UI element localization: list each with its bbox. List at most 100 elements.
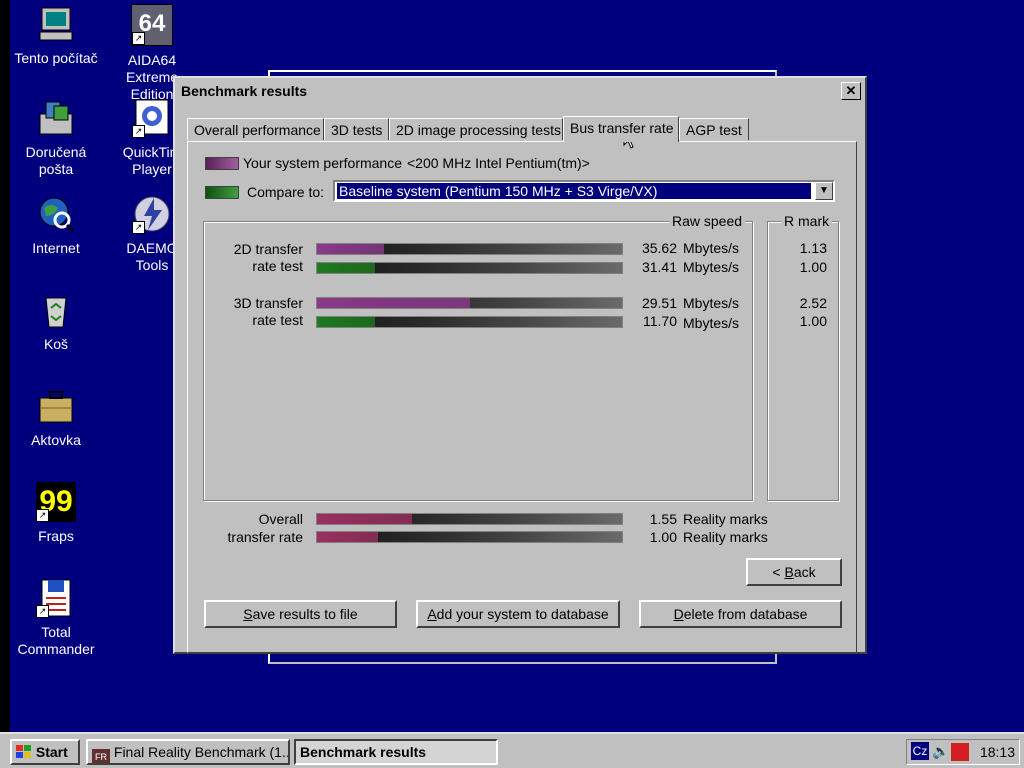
delete-from-database-button[interactable]: Delete from database <box>639 600 842 628</box>
benchmark-results-dialog: Benchmark results ✕ Overall performance … <box>173 76 867 654</box>
volume-icon[interactable]: 🔈 <box>932 743 949 760</box>
start-button[interactable]: Start <box>10 739 80 765</box>
fr-benchmark-icon: FR <box>92 749 110 763</box>
computer-icon <box>36 4 76 44</box>
raw-speed-header: Raw speed <box>669 213 746 229</box>
add-button-accel: A <box>427 606 437 622</box>
rmark-3d-baseline: 1.00 <box>799 313 827 329</box>
desktop-icon-label: Koš <box>43 336 69 352</box>
unit-2d-yours: Mbytes/s <box>683 240 740 256</box>
back-button-accel: B <box>784 564 794 580</box>
your-system-value: <200 MHz Intel Pentium(tm)> <box>407 155 590 171</box>
bar-fill <box>317 298 470 308</box>
your-system-swatch <box>205 157 239 170</box>
fraps-tray-icon[interactable] <box>951 743 969 761</box>
baseline-swatch <box>205 186 239 199</box>
bar-overall-baseline <box>316 531 623 543</box>
recycle-bin-icon <box>36 290 76 330</box>
shortcut-arrow-icon: ↗ <box>36 509 49 522</box>
dropdown-arrow-button[interactable]: ▼ <box>815 182 833 200</box>
internet-globe-icon <box>36 194 76 234</box>
close-button[interactable]: ✕ <box>841 82 861 100</box>
compare-to-dropdown[interactable]: Baseline system (Pentium 150 MHz + S3 Vi… <box>333 180 835 202</box>
r-mark-header: R mark <box>781 213 833 229</box>
tab-2d-image-processing-tests[interactable]: 2D image processing tests <box>389 118 563 140</box>
taskbar: Start FR Final Reality Benchmark (1... B… <box>0 732 1024 768</box>
back-button[interactable]: < Back <box>746 558 842 586</box>
unit-2d-baseline: Mbytes/s <box>683 259 740 275</box>
overall-label-line2: transfer rate <box>227 529 303 545</box>
chevron-down-icon: ▼ <box>819 185 829 196</box>
tab-overall-performance[interactable]: Overall performance <box>187 118 324 140</box>
delete-button-label: elete from database <box>683 606 808 622</box>
value-overall-baseline: 1.00 <box>649 529 677 545</box>
start-label: Start <box>35 744 68 760</box>
desktop-icon-label: Internet <box>32 240 80 256</box>
desktop-icon-label: Tento počítač <box>14 50 98 66</box>
save-results-button[interactable]: Save results to file <box>204 600 397 628</box>
your-system-label: Your system performance <box>243 155 402 171</box>
desktop-icon-briefcase[interactable]: Aktovka <box>6 386 106 449</box>
tab-bus-transfer-rate[interactable]: Bus transfer rate <box>563 116 679 142</box>
task-final-reality-benchmark[interactable]: FR Final Reality Benchmark (1... <box>86 739 290 765</box>
desktop-icon-label: Fraps <box>38 528 74 544</box>
bar-fill <box>317 317 375 327</box>
add-button-label: dd your system to database <box>436 606 609 622</box>
value-overall-yours: 1.55 <box>649 511 677 527</box>
desktop-icon-label: Doručená pošta <box>25 144 87 177</box>
task-label: Benchmark results <box>300 744 427 760</box>
clock: 18:13 <box>979 744 1015 760</box>
shortcut-arrow-icon: ↗ <box>132 32 145 45</box>
task-benchmark-results[interactable]: Benchmark results <box>294 739 498 765</box>
value-3d-yours: 29.51 <box>641 295 677 311</box>
shortcut-arrow-icon: ↗ <box>132 125 145 138</box>
dialog-title: Benchmark results <box>181 83 308 99</box>
tab-agp-test[interactable]: AGP test <box>679 118 749 140</box>
bar-fill <box>317 263 375 273</box>
desktop-icon-internet[interactable]: Internet <box>6 194 106 257</box>
inbox-icon <box>36 98 76 138</box>
desktop-icon-label: Total Commander <box>17 624 95 657</box>
test-3d-label-line2: rate test <box>252 312 303 328</box>
save-button-accel: S <box>243 606 253 622</box>
desktop-icon-recycle-bin[interactable]: Koš <box>6 290 106 353</box>
task-label: Final Reality Benchmark (1... <box>113 744 290 760</box>
test-2d-label-line1: 2D transfer <box>233 241 303 257</box>
bar-2d-baseline <box>316 262 623 274</box>
compare-to-value: Baseline system (Pentium 150 MHz + S3 Vi… <box>337 183 811 199</box>
bar-fill <box>317 532 378 542</box>
aida64-icon: 64 ↗ <box>131 4 173 46</box>
language-indicator[interactable]: Cz <box>911 742 929 760</box>
unit-3d-baseline: Mbytes/s <box>683 315 740 331</box>
desktop-icon-fraps[interactable]: 99 ↗ Fraps <box>6 482 106 545</box>
overall-label-line1: Overall <box>258 511 303 527</box>
rmark-3d-yours: 2.52 <box>799 295 827 311</box>
unit-overall-baseline: Reality marks <box>683 529 768 545</box>
test-3d-label-line1: 3D transfer <box>233 295 303 311</box>
daemon-tools-icon: ↗ <box>132 194 172 234</box>
desktop-icon-inbox[interactable]: Doručená pošta <box>6 98 106 178</box>
back-button-prefix: < <box>772 564 785 580</box>
bar-3d-baseline <box>316 316 623 328</box>
unit-overall-yours: Reality marks <box>683 511 768 527</box>
bar-3d-yours <box>316 297 623 309</box>
fraps-icon: 99 ↗ <box>36 482 76 522</box>
compare-label: Compare to: <box>247 184 325 200</box>
rmark-2d-yours: 1.13 <box>799 240 827 256</box>
bar-fill <box>317 514 412 524</box>
tab-3d-tests[interactable]: 3D tests <box>324 118 389 140</box>
bar-2d-yours <box>316 243 623 255</box>
back-button-label: ack <box>793 564 816 580</box>
desktop-icon-this-computer[interactable]: Tento počítač <box>6 4 106 67</box>
delete-button-accel: D <box>673 606 684 622</box>
bar-overall-yours <box>316 513 623 525</box>
add-to-database-button[interactable]: Add your system to database <box>416 600 620 628</box>
windows-logo-icon <box>16 745 31 758</box>
title-bar[interactable]: Benchmark results ✕ <box>177 80 863 102</box>
value-2d-yours: 35.62 <box>641 240 677 256</box>
quicktime-icon: ↗ <box>132 98 172 138</box>
desktop-icon-total-commander[interactable]: ↗ Total Commander <box>6 578 106 658</box>
save-button-label: ave results to file <box>252 606 358 622</box>
bar-fill <box>317 244 385 254</box>
value-3d-baseline: 11.70 <box>643 313 677 329</box>
